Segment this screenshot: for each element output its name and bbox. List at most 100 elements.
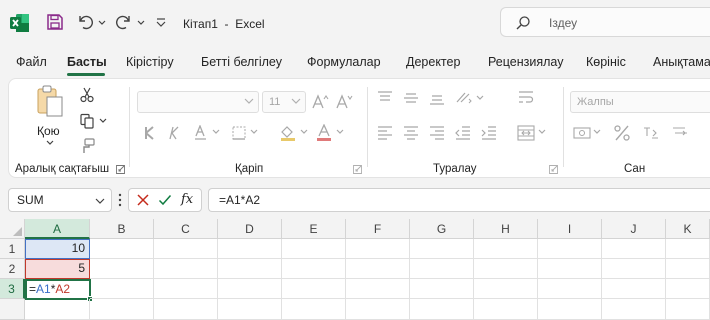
save-icon[interactable] <box>46 13 64 31</box>
wrap-text-icon[interactable] <box>517 89 535 107</box>
column-header-c[interactable]: C <box>154 219 218 239</box>
accounting-dropdown-icon[interactable] <box>593 129 601 135</box>
cell[interactable] <box>410 239 474 259</box>
cell[interactable] <box>410 259 474 279</box>
cell[interactable] <box>282 239 346 259</box>
cell[interactable] <box>282 279 346 299</box>
column-header-j[interactable]: J <box>602 219 666 239</box>
cell[interactable] <box>538 239 602 259</box>
tab-page-layout[interactable]: Бетті белгілеу <box>201 55 282 69</box>
cell[interactable] <box>474 299 538 320</box>
cell[interactable] <box>154 259 218 279</box>
copy-dropdown-icon[interactable] <box>99 118 107 124</box>
cell[interactable] <box>346 279 410 299</box>
row-header-1[interactable]: 1 <box>0 239 25 259</box>
comma-style-icon[interactable] <box>642 124 660 142</box>
row-header-2[interactable]: 2 <box>0 259 25 279</box>
cell[interactable] <box>90 279 154 299</box>
paste-dropdown-icon[interactable] <box>46 140 54 146</box>
cell[interactable] <box>602 299 666 320</box>
borders-dropdown-icon[interactable] <box>250 129 258 135</box>
redo-dropdown-icon[interactable] <box>136 15 146 29</box>
cell[interactable] <box>666 279 710 299</box>
paste-label[interactable]: Қою <box>37 124 60 138</box>
fill-color-dropdown-icon[interactable] <box>300 129 308 135</box>
align-middle-icon[interactable] <box>403 91 419 105</box>
cell[interactable] <box>538 259 602 279</box>
font-color-icon[interactable] <box>315 124 333 142</box>
cell[interactable] <box>474 259 538 279</box>
cell[interactable] <box>346 259 410 279</box>
cell-a3[interactable]: =A1*A2 <box>25 279 91 300</box>
cell[interactable] <box>90 259 154 279</box>
cell[interactable] <box>346 239 410 259</box>
column-header-g[interactable]: G <box>410 219 474 239</box>
cell[interactable] <box>154 299 218 320</box>
cell[interactable] <box>25 299 90 320</box>
cell[interactable] <box>218 279 282 299</box>
cell[interactable] <box>218 299 282 320</box>
accounting-format-icon[interactable] <box>573 124 591 142</box>
cell-a1[interactable]: 10 <box>25 239 90 259</box>
cell[interactable] <box>602 239 666 259</box>
tab-formulas[interactable]: Формулалар <box>307 55 381 69</box>
tab-home[interactable]: Басты <box>67 55 107 69</box>
cell[interactable] <box>218 259 282 279</box>
cell[interactable] <box>474 239 538 259</box>
font-name-combo[interactable] <box>137 91 259 113</box>
font-launcher-icon[interactable] <box>353 165 362 174</box>
cell-a2[interactable]: 5 <box>25 259 90 279</box>
tab-insert[interactable]: Кірістіру <box>126 55 174 69</box>
number-format-combo[interactable]: Жалпы <box>570 91 710 113</box>
tab-help[interactable]: Анықтама <box>653 55 710 69</box>
cell[interactable] <box>410 279 474 299</box>
row-header-4[interactable] <box>0 299 25 320</box>
cell[interactable] <box>666 239 710 259</box>
column-header-i[interactable]: I <box>538 219 602 239</box>
column-header-k[interactable]: K <box>666 219 710 239</box>
more-options-icon[interactable] <box>118 192 122 208</box>
borders-icon[interactable] <box>231 125 247 141</box>
increase-indent-icon[interactable] <box>481 126 497 140</box>
italic-icon[interactable] <box>167 126 181 140</box>
align-left-icon[interactable] <box>377 126 393 140</box>
cell[interactable] <box>666 259 710 279</box>
alignment-launcher-icon[interactable] <box>549 165 558 174</box>
tab-review[interactable]: Рецензиялау <box>488 55 563 69</box>
cut-icon[interactable] <box>79 87 95 103</box>
cell[interactable] <box>282 299 346 320</box>
insert-function-button[interactable]: fx <box>181 192 193 207</box>
orientation-icon[interactable] <box>455 90 473 106</box>
cell[interactable] <box>90 299 154 320</box>
tab-view[interactable]: Көрініс <box>586 55 626 69</box>
underline-dropdown-icon[interactable] <box>212 129 220 135</box>
format-painter-icon[interactable] <box>79 138 95 154</box>
cell[interactable] <box>602 259 666 279</box>
paste-icon[interactable] <box>35 85 65 119</box>
undo-dropdown-icon[interactable] <box>97 15 107 29</box>
cancel-icon[interactable] <box>136 193 150 207</box>
copy-icon[interactable] <box>79 113 95 129</box>
row-header-3[interactable]: 3 <box>0 279 25 299</box>
align-bottom-icon[interactable] <box>429 91 445 105</box>
font-size-combo[interactable]: 11 <box>262 91 306 113</box>
fill-color-icon[interactable] <box>279 124 297 142</box>
customize-quick-access-icon[interactable] <box>155 14 167 30</box>
cell[interactable] <box>218 239 282 259</box>
decrease-font-icon[interactable] <box>335 93 353 111</box>
column-header-f[interactable]: F <box>346 219 410 239</box>
enter-icon[interactable] <box>158 193 172 207</box>
column-header-b[interactable]: B <box>90 219 154 239</box>
cell[interactable] <box>666 299 710 320</box>
cell[interactable] <box>474 279 538 299</box>
merge-center-icon[interactable] <box>517 124 535 142</box>
font-color-dropdown-icon[interactable] <box>336 129 344 135</box>
cell[interactable] <box>154 239 218 259</box>
align-top-icon[interactable] <box>377 91 393 105</box>
search-box[interactable]: Іздеу <box>500 7 710 37</box>
cell[interactable] <box>154 279 218 299</box>
name-box[interactable]: SUM <box>8 188 112 212</box>
formula-input[interactable]: =A1*A2 <box>208 188 710 212</box>
tab-file[interactable]: Файл <box>16 55 47 69</box>
cell[interactable] <box>410 299 474 320</box>
